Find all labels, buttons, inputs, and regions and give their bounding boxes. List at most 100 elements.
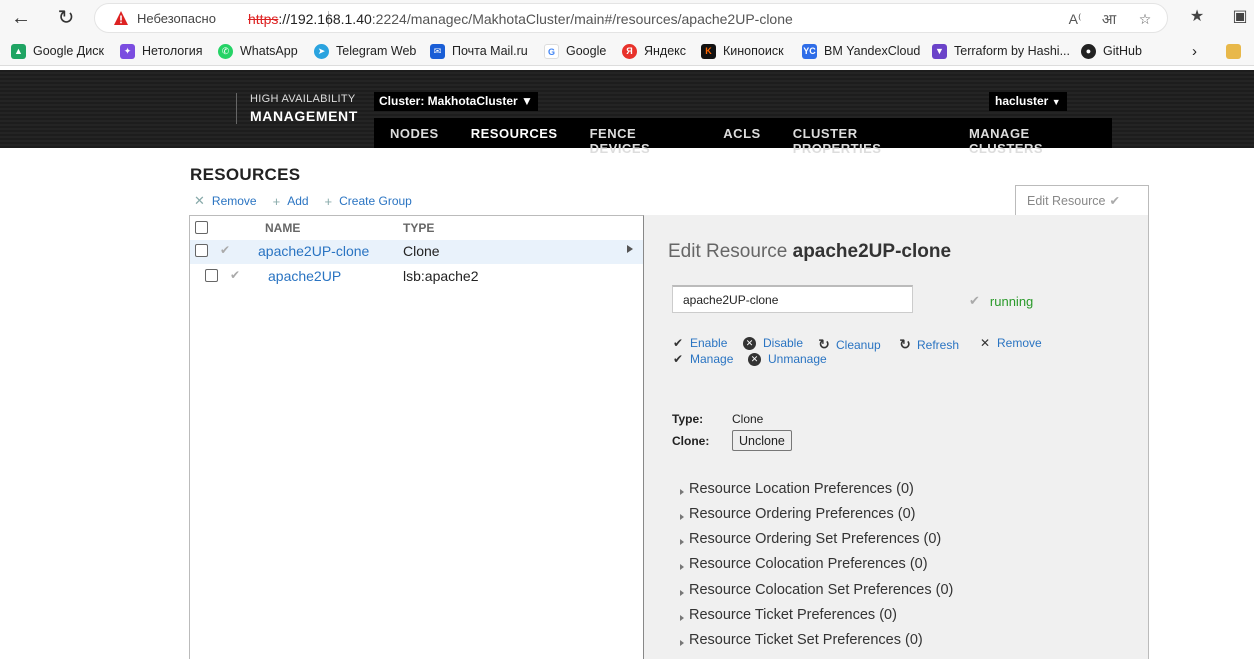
add-label: Add [287, 194, 309, 208]
yandex-icon: Я [622, 43, 637, 59]
bookmark-whatsapp[interactable]: ✆ WhatsApp [218, 43, 298, 59]
cleanup-label: Cleanup [836, 337, 881, 352]
translate-icon[interactable]: आ [1099, 10, 1119, 28]
bookmark-google-drive[interactable]: ▲ Google Диск [11, 43, 104, 59]
remove-label: Remove [211, 194, 257, 208]
resource-name-input[interactable] [672, 285, 913, 313]
plus-icon: + [324, 193, 333, 209]
refresh-label: Refresh [917, 337, 960, 352]
expand-arrow-icon [680, 589, 684, 596]
user-menu[interactable]: hacluster ▼ [989, 92, 1067, 111]
bookmark-mail[interactable]: ✉ Почта Mail.ru [430, 43, 528, 59]
enable-button[interactable]: ✔ Enable [672, 336, 727, 350]
nav-manage-clusters[interactable]: MANAGE CLUSTERS [953, 118, 1112, 156]
refresh-button[interactable]: ↻ Refresh [899, 336, 959, 353]
bookmark-telegram[interactable]: ➤ Telegram Web [314, 43, 416, 59]
nav-fence-devices[interactable]: FENCE DEVICES [574, 118, 708, 156]
edit-resource-panel: Edit Resource apache2UP-clone ✔ running ✔… [644, 215, 1149, 659]
pref-ticket[interactable]: Resource Ticket Preferences (0) [680, 607, 897, 623]
nav-nodes[interactable]: NODES [374, 118, 455, 148]
whatsapp-icon: ✆ [218, 43, 233, 59]
remove-button[interactable]: ✕ Remove [979, 336, 1042, 350]
resource-type: lsb:apache2 [403, 268, 479, 284]
type-value: Clone [732, 412, 764, 426]
expand-arrow-icon [680, 488, 684, 495]
bookmark-terraform[interactable]: ▼ Terraform by Hashi... [932, 43, 1070, 59]
expand-arrow-icon [680, 538, 684, 545]
expand-arrow-icon [627, 245, 633, 253]
unclone-button[interactable]: Unclone [732, 430, 792, 451]
check-icon: ✔ [969, 293, 980, 308]
bookmark-netology[interactable]: ✦ Нетология [120, 43, 203, 59]
tab-edit-resource-label: Edit Resource [1027, 194, 1106, 208]
pref-colocation[interactable]: Resource Colocation Preferences (0) [680, 556, 928, 572]
cleanup-icon: ↻ [818, 336, 830, 352]
detail-title: Edit Resource apache2UP-clone [668, 241, 951, 263]
netology-icon: ✦ [120, 43, 135, 59]
column-type: TYPE [403, 221, 435, 235]
row-checkbox[interactable] [205, 269, 218, 282]
address-bar[interactable]: Небезопасно https://192.168.1.40:2224/ma… [94, 3, 1168, 33]
bookmark-label: ВМ YandexCloud [824, 44, 921, 58]
bookmark-yandexcloud[interactable]: YC ВМ YandexCloud [802, 43, 920, 59]
resource-name-link[interactable]: apache2UP-clone [258, 243, 369, 259]
check-icon: ✔ [672, 336, 684, 350]
insecure-label: Небезопасно [137, 11, 216, 26]
cleanup-button[interactable]: ↻ Cleanup [818, 336, 881, 353]
nav-resources[interactable]: RESOURCES [455, 118, 574, 148]
bookmarks-more-icon[interactable]: › [1192, 43, 1197, 60]
manage-button[interactable]: ✔ Manage [672, 352, 733, 366]
back-icon[interactable]: ← [8, 6, 34, 30]
expand-arrow-icon [680, 513, 684, 520]
table-row[interactable]: ✔ apache2UP lsb:apache2 [190, 265, 643, 289]
nav-acls[interactable]: ACLS [707, 118, 776, 148]
url-path: :2224/managec/MakhotaCluster/main#/resou… [371, 11, 793, 27]
pref-location[interactable]: Resource Location Preferences (0) [680, 481, 914, 497]
browser-toolbar: ← ↻ Небезопасно https://192.168.1.40:222… [0, 0, 1254, 36]
detail-title-prefix: Edit Resource [668, 241, 788, 262]
read-aloud-icon[interactable]: A⁽ [1065, 10, 1085, 28]
expand-arrow-icon [680, 614, 684, 621]
pref-colocation-set[interactable]: Resource Colocation Set Preferences (0) [680, 582, 953, 598]
brand-small: HIGH AVAILABILITY [250, 93, 356, 105]
tab-edit-resource[interactable]: Edit Resource ✔ [1015, 185, 1149, 216]
nav-cluster-properties[interactable]: CLUSTER PROPERTIES [777, 118, 953, 156]
chevron-down-icon: ▼ [1051, 97, 1061, 107]
column-name: NAME [265, 221, 301, 235]
url-text[interactable]: https://192.168.1.40:2224/managec/Makhot… [248, 11, 793, 27]
bookmarks-folder-icon[interactable] [1226, 43, 1248, 59]
remove-resource-button[interactable]: ✕ Remove [194, 193, 257, 209]
check-icon: ✔ [230, 268, 241, 282]
pref-ordering[interactable]: Resource Ordering Preferences (0) [680, 506, 915, 522]
resource-name-link[interactable]: apache2UP [268, 268, 341, 284]
bookmark-google[interactable]: G Google [544, 43, 606, 59]
disable-button[interactable]: ✕ Disable [743, 336, 803, 350]
terraform-icon: ▼ [932, 43, 947, 59]
cluster-select[interactable]: Cluster: MakhotaCluster ▼ [374, 92, 538, 111]
pref-label: Resource Ordering Preferences (0) [689, 506, 916, 522]
unmanage-button[interactable]: ✕ Unmanage [748, 352, 827, 366]
select-all-checkbox[interactable] [195, 221, 208, 234]
create-group-button[interactable]: + Create Group [325, 193, 412, 209]
bookmarks-bar: ▲ Google Диск ✦ Нетология ✆ WhatsApp ➤ Teleg… [0, 36, 1254, 66]
cluster-select-label: Cluster: MakhotaCluster [379, 94, 518, 108]
bookmark-label: Кинопоиск [723, 44, 784, 58]
add-resource-button[interactable]: + Add [273, 193, 309, 209]
favorite-add-icon[interactable]: ☆ [1135, 10, 1155, 28]
bookmark-kinopoisk[interactable]: K Кинопоиск [701, 43, 784, 59]
kinopoisk-icon: K [701, 43, 716, 59]
resource-actions: ✕ Remove + Add + Create Group [194, 193, 428, 209]
unmanage-label: Unmanage [768, 352, 827, 366]
collections-icon[interactable]: ▣ [1228, 6, 1252, 28]
bookmark-label: WhatsApp [240, 44, 298, 58]
pref-ordering-set[interactable]: Resource Ordering Set Preferences (0) [680, 531, 941, 547]
reload-icon[interactable]: ↻ [53, 6, 79, 30]
favorites-icon[interactable]: ★ [1185, 6, 1209, 28]
bookmark-label: Нетология [142, 44, 203, 58]
pref-ticket-set[interactable]: Resource Ticket Set Preferences (0) [680, 632, 923, 648]
resource-type: Clone [403, 243, 440, 259]
row-checkbox[interactable] [195, 244, 208, 257]
bookmark-github[interactable]: ● GitHub [1081, 43, 1142, 59]
table-row[interactable]: ✔ apache2UP-clone Clone [190, 240, 643, 264]
bookmark-yandex[interactable]: Я Яндекс [622, 43, 686, 59]
